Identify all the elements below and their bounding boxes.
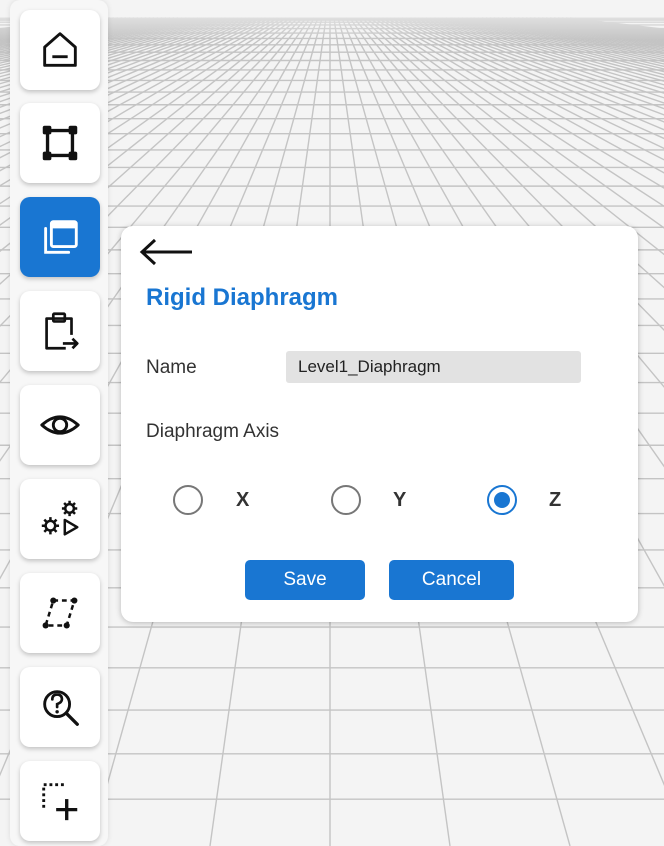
axis-y-radio[interactable] [331, 485, 361, 515]
name-input[interactable] [286, 351, 581, 383]
axis-z-radio[interactable] [487, 485, 517, 515]
axis-x-radio[interactable] [173, 485, 203, 515]
analysis-settings-button[interactable] [20, 479, 100, 559]
axis-x-label: X [236, 489, 250, 511]
diaphragm-axis-label: Diaphragm Axis [146, 421, 280, 442]
save-button[interactable]: Save [245, 560, 365, 600]
panel-title: Rigid Diaphragm [146, 284, 339, 311]
parallelogram-nodes-icon [42, 597, 78, 629]
view-button[interactable] [20, 385, 100, 465]
left-toolbar [10, 0, 108, 846]
arrow-left-icon[interactable] [139, 234, 197, 270]
question-search-icon [43, 690, 79, 726]
gears-play-icon [41, 500, 79, 536]
frame-icon [42, 125, 78, 161]
shape-edit-button[interactable] [20, 573, 100, 653]
layers-icon [44, 220, 78, 254]
layers-button[interactable] [20, 197, 100, 277]
frame-button[interactable] [20, 103, 100, 183]
clipboard-export-icon [45, 312, 79, 350]
axis-y-label: Y [393, 489, 407, 511]
radio-selected-dot [494, 492, 510, 508]
help-search-button[interactable] [20, 667, 100, 747]
cancel-button[interactable]: Cancel [389, 560, 514, 600]
name-label: Name [146, 357, 197, 378]
home-icon [43, 32, 77, 67]
rigid-diaphragm-panel: Rigid Diaphragm Name Diaphragm Axis X Y … [121, 226, 638, 622]
axis-z-label: Z [549, 489, 562, 511]
selection-add-button[interactable] [20, 761, 100, 841]
clipboard-export-button[interactable] [20, 291, 100, 371]
eye-icon [40, 415, 80, 435]
selection-add-icon [42, 783, 78, 821]
home-button[interactable] [20, 10, 100, 90]
